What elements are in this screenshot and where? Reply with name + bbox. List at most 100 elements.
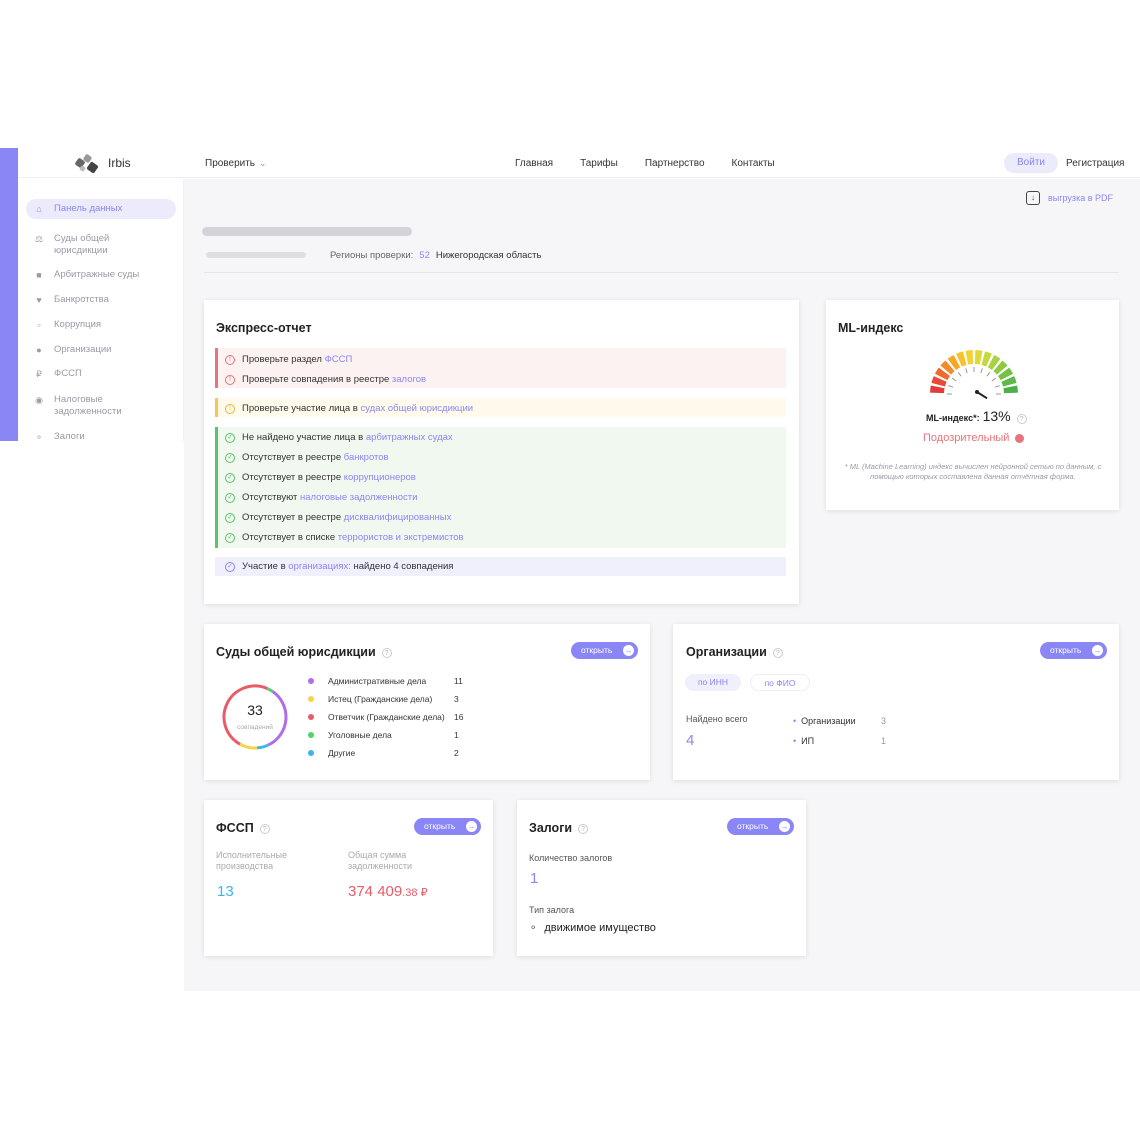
gauge-segment	[1003, 385, 1018, 394]
courts-open-label: открыть	[581, 645, 613, 655]
help-icon[interactable]: ?	[381, 647, 392, 658]
express-row-text: Отсутствует в реестре дисквалифицированн…	[242, 512, 452, 523]
donut-segment	[267, 690, 288, 747]
help-icon[interactable]: ?	[1016, 413, 1027, 424]
check-circle-icon: ✓	[225, 512, 235, 523]
legend-dot	[308, 678, 314, 684]
sidebar-item-arbitration[interactable]: ■ Арбитражные суды	[26, 265, 176, 285]
sidebar-item-general-courts[interactable]: ⚖ Суды общей юрисдикции	[26, 229, 176, 261]
express-row-link[interactable]: террористов и экстремистов	[338, 532, 464, 543]
legend-label: Уголовные дела	[328, 730, 392, 740]
ml-index-value: 13%	[982, 408, 1011, 424]
organizations-card: Организации? открыть → по ИНН по ФИО Найд…	[673, 624, 1119, 780]
nav-link-home[interactable]: Главная	[515, 158, 553, 169]
express-row: ✓ Отсутствует в списке террористов и экс…	[215, 532, 786, 543]
pledges-type-label: Тип залога	[529, 905, 575, 915]
register-link[interactable]: Регистрация	[1066, 158, 1124, 169]
help-icon[interactable]: ?	[259, 823, 270, 834]
express-row-link[interactable]: коррупционеров	[344, 472, 416, 483]
fssp-card: ФССП? открыть → Исполнительные производст…	[204, 800, 493, 956]
fssp-proc-label: Исполнительные производства	[216, 850, 288, 871]
chip-by-fio[interactable]: по ФИО	[750, 674, 810, 691]
express-row-link[interactable]: организациях:	[288, 561, 351, 572]
vehicle-icon: ⚬	[35, 432, 43, 442]
sidebar-item-bankruptcy[interactable]: ♥ Банкротства	[26, 290, 176, 310]
sidebar-item-tax-debts[interactable]: ◉ Налоговые задолженности	[26, 390, 176, 422]
logo[interactable]: Irbis	[74, 153, 131, 174]
legend-dot	[308, 750, 314, 756]
express-row: ✓ Отсутствуют налоговые задолженности	[215, 492, 786, 503]
org-row-value: 3	[881, 716, 887, 726]
ml-status: Подозрительный	[923, 432, 1025, 444]
nav-link-partnership[interactable]: Партнерство	[645, 158, 705, 169]
broken-heart-icon: ♥	[36, 295, 42, 305]
donut-segment	[239, 742, 258, 750]
sidebar-item-pledges[interactable]: ⚬ Залоги	[26, 427, 176, 447]
help-icon[interactable]: ?	[578, 823, 589, 834]
express-row: ! Проверьте раздел ФССП	[215, 354, 786, 365]
people-icon: ●	[36, 345, 42, 355]
sidebar-item-dashboard[interactable]: ⌂ Панель данных	[26, 199, 176, 219]
chip-by-inn[interactable]: по ИНН	[685, 674, 741, 691]
orgs-open-label: открыть	[1050, 645, 1082, 655]
express-row-link[interactable]: дисквалифицированных	[344, 512, 452, 523]
pledges-open-label: открыть	[737, 821, 769, 831]
fssp-open-button[interactable]: открыть →	[414, 818, 481, 835]
express-row-link[interactable]: арбитражных судах	[366, 432, 453, 443]
download-icon: ↓	[1026, 191, 1040, 205]
login-button[interactable]: Войти	[1004, 153, 1058, 173]
gauge-hub	[975, 390, 979, 394]
courts-open-button[interactable]: открыть →	[571, 642, 638, 659]
pdf-export-link[interactable]: ↓ выгрузка в PDF	[1026, 191, 1113, 205]
org-row-label: Организации	[801, 716, 856, 726]
legend-dot	[308, 732, 314, 738]
ml-gauge	[930, 350, 1018, 400]
fssp-open-label: открыть	[424, 821, 456, 831]
gauge-tick	[980, 368, 983, 374]
courts-title: Суды общей юрисдикции	[216, 645, 376, 659]
express-row: ! Проверьте совпадения в реестре залогов	[215, 374, 786, 385]
arrow-right-icon: →	[466, 821, 477, 832]
legend-value: 2	[454, 748, 459, 758]
express-report-card: Экспресс-отчет ! Проверьте раздел ФССП !…	[204, 300, 799, 604]
express-row: ✓ Отсутствует в реестре дисквалифицирова…	[215, 512, 786, 523]
check-circle-icon: ✓	[225, 561, 235, 572]
ml-index-title: ML-индекс	[838, 321, 904, 335]
pledges-type: ⚬ движимое имущество	[529, 922, 656, 934]
nav-link-contacts[interactable]: Контакты	[732, 158, 775, 169]
orgs-open-button[interactable]: открыть →	[1040, 642, 1107, 659]
express-row-text: Отсутствует в реестре коррупционеров	[242, 472, 416, 483]
pledges-title-line: Залоги?	[529, 821, 589, 835]
sidebar-item-corruption[interactable]: ▫ Коррупция	[26, 315, 176, 335]
scales-icon: ⚖	[34, 234, 44, 244]
check-circle-icon: ✓	[225, 472, 235, 483]
express-row-text: Проверьте совпадения в реестре залогов	[242, 374, 427, 385]
express-row-link[interactable]: ФССП	[325, 354, 353, 365]
pledges-open-button[interactable]: открыть →	[727, 818, 794, 835]
help-icon[interactable]: ?	[772, 647, 783, 658]
legend-value: 16	[454, 712, 464, 722]
express-row-link[interactable]: залогов	[392, 374, 426, 385]
brand-name: Irbis	[108, 156, 131, 170]
check-dropdown[interactable]: Проверить ⌄	[205, 158, 267, 169]
express-row-text: Участие в организациях: найдено 4 совпад…	[242, 561, 454, 572]
express-row-link[interactable]: налоговые задолженности	[300, 492, 417, 503]
nav-link-tariffs[interactable]: Тарифы	[580, 158, 618, 169]
express-row: ✓ Участие в организациях: найдено 4 совп…	[215, 561, 786, 572]
express-row-text: Отсутствует в реестре банкротов	[242, 452, 389, 463]
pledges-count-label: Количество залогов	[529, 853, 613, 863]
arrow-right-icon: →	[1092, 645, 1103, 656]
alert-icon: !	[225, 374, 235, 385]
sidebar-item-label: Организации	[54, 344, 112, 355]
sidebar-item-organizations[interactable]: ● Организации	[26, 340, 176, 360]
express-row-link[interactable]: судах общей юрисдикции	[361, 403, 474, 414]
check-circle-icon: ✓	[225, 452, 235, 463]
regions-label: Регионы проверки:	[330, 250, 414, 261]
sidebar-item-fssp[interactable]: ₽ ФССП	[26, 364, 176, 384]
ml-index-card: ML-индекс ML-индекс*: 13%? Подозрительный…	[826, 300, 1119, 510]
express-row: ✓ Отсутствует в реестре банкротов	[215, 452, 786, 463]
gauge-tick	[994, 385, 1000, 388]
express-row-link[interactable]: банкротов	[344, 452, 389, 463]
express-row-text: Проверьте участие лица в судах общей юри…	[242, 403, 474, 414]
gauge-segment	[930, 385, 945, 394]
